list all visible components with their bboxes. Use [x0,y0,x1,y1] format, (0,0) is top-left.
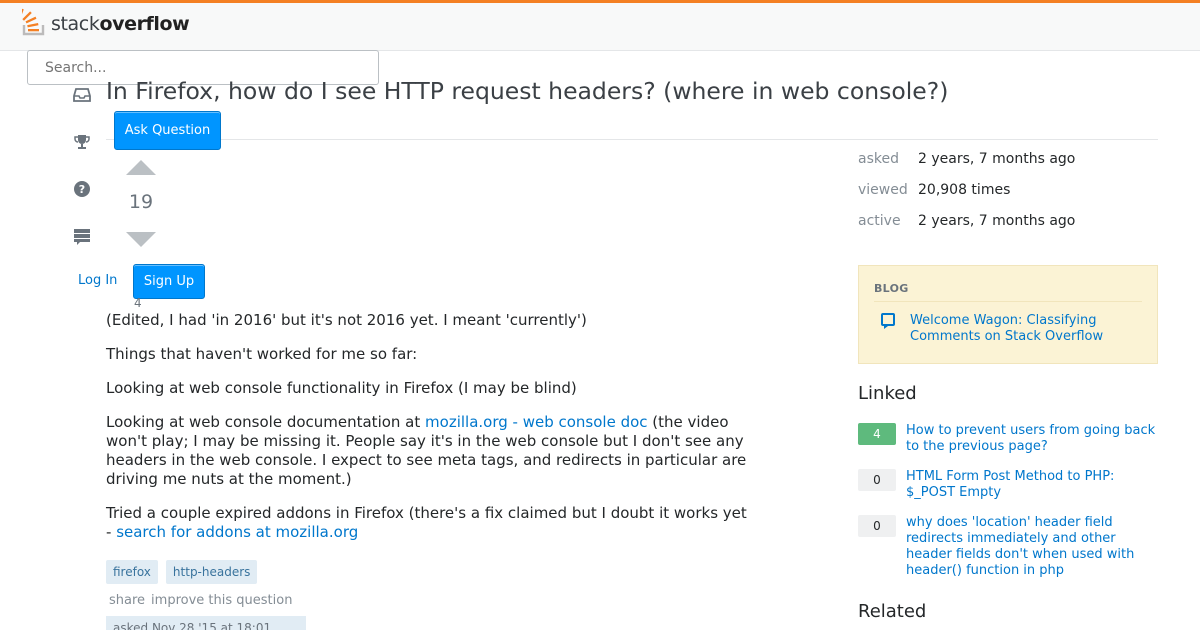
help-icon[interactable]: ? [73,180,91,198]
svg-text:?: ? [79,183,85,196]
stat-label: asked [858,151,899,167]
post-paragraph: Looking at web console documentation at … [106,413,747,488]
top-bar: stackoverflow [0,0,1200,51]
stackoverflow-logo[interactable]: stackoverflow [22,5,190,37]
linked-item: 0 why does 'location' header field redir… [858,515,1156,579]
asked-value: 2 years, 7 months ago [918,151,1076,167]
linked-item: 0 HTML Form Post Method to PHP: $_POST E… [858,469,1156,501]
ask-question-button[interactable]: Ask Question [114,111,221,150]
title-divider [106,139,1158,140]
linked-score: 0 [858,469,896,491]
review-icon[interactable] [73,227,91,245]
linked-question-link[interactable]: HTML Form Post Method to PHP: $_POST Emp… [906,469,1156,501]
post-paragraph: Things that haven't worked for me so far… [106,345,418,363]
asked-signature: asked Nov 28 '15 at 18:01 [106,616,306,630]
downvote-arrow-icon[interactable] [126,232,156,247]
speech-bubble-icon [881,313,895,329]
favorite-count: 4 [134,296,142,310]
question-title[interactable]: In Firefox, how do I see HTTP request he… [106,77,948,105]
post-paragraph: Tried a couple expired addons in Firefox… [106,504,747,541]
question-stats: asked 2 years, 7 months ago viewed 20,908 … [858,151,1075,244]
linked-score: 4 [858,423,896,445]
share-link[interactable]: share [109,593,145,608]
addons-search-link[interactable]: search for addons at mozilla.org [116,523,358,541]
post-paragraph: Looking at web console functionality in … [106,379,577,397]
upvote-arrow-icon[interactable] [126,160,156,175]
tag-firefox[interactable]: firefox [106,560,158,584]
trophy-icon[interactable] [73,133,91,151]
improve-question-link[interactable]: improve this question [151,593,292,608]
post-paragraph: (Edited, I had 'in 2016' but it's not 20… [106,311,587,329]
login-link[interactable]: Log In [78,273,117,288]
post-menu: share improve this question [109,593,292,608]
tag-http-headers[interactable]: http-headers [165,560,258,584]
web-console-doc-link[interactable]: mozilla.org - web console doc [425,413,648,431]
inbox-icon[interactable] [73,86,91,104]
stack-logo-icon [22,8,45,36]
active-value[interactable]: 2 years, 7 months ago [918,213,1075,244]
blog-widget: BLOG Welcome Wagon: Classifying Comments… [858,265,1158,364]
linked-question-link[interactable]: why does 'location' header field redirec… [906,515,1156,579]
blog-heading: BLOG [874,282,1142,302]
linked-heading: Linked [858,383,917,404]
linked-question-link[interactable]: How to prevent users from going back to … [906,423,1156,455]
stat-label: active [858,213,901,229]
signup-button[interactable]: Sign Up [133,264,205,299]
linked-score: 0 [858,515,896,537]
related-heading: Related [858,601,927,622]
tag-list: firefox http-headers [106,560,258,584]
logo-text: stackoverflow [51,13,190,35]
stat-label: viewed [858,182,908,198]
blog-post-link[interactable]: Welcome Wagon: Classifying Comments on S… [910,313,1150,345]
question-body: (Edited, I had 'in 2016' but it's not 20… [106,311,756,557]
linked-item: 4 How to prevent users from going back t… [858,423,1156,455]
viewed-value: 20,908 times [918,182,1011,198]
vote-count: 19 [128,191,154,213]
